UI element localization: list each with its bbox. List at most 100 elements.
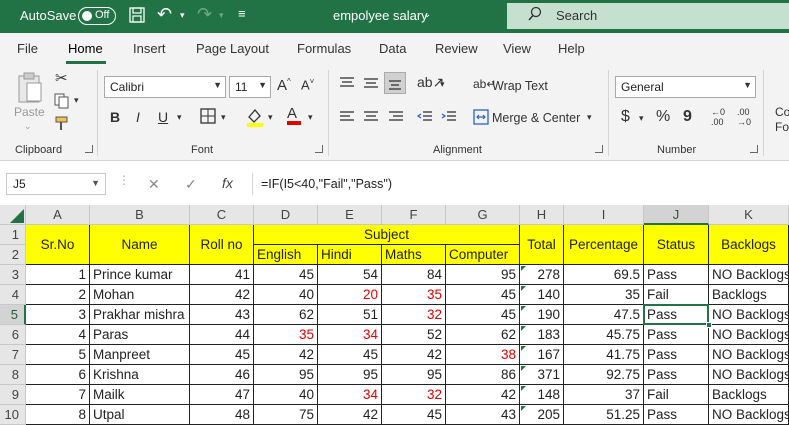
paste-label[interactable]: Paste <box>14 105 45 119</box>
undo-dropdown-icon[interactable]: ▾ <box>180 10 185 21</box>
name-box[interactable]: J5 ▼ <box>6 173 106 195</box>
cell-b9[interactable]: Mailk <box>90 385 190 405</box>
underline-button[interactable]: U <box>158 109 168 125</box>
column-header-j[interactable]: J <box>644 205 709 225</box>
tab-home[interactable]: Home <box>68 41 103 56</box>
italic-button[interactable]: I <box>136 109 140 125</box>
column-header-a[interactable]: A <box>26 205 90 225</box>
row-header-7[interactable]: 7 <box>0 345 26 365</box>
header-backlogs[interactable]: Backlogs <box>709 225 789 265</box>
cell-f7[interactable]: 42 <box>382 345 446 365</box>
cell-i5[interactable]: 47.5 <box>564 305 644 325</box>
cell-h7[interactable]: 167 <box>520 345 564 365</box>
tab-insert[interactable]: Insert <box>133 41 166 56</box>
decrease-indent-icon[interactable] <box>416 110 433 127</box>
cell-c7[interactable]: 45 <box>190 345 254 365</box>
cell-a3[interactable]: 1 <box>26 265 90 285</box>
cell-h6[interactable]: 183 <box>520 325 564 345</box>
cell-j10[interactable]: Pass <box>644 405 709 425</box>
cell-d7[interactable]: 42 <box>254 345 318 365</box>
paste-dropdown-icon[interactable]: ⌄ <box>24 121 32 132</box>
cell-e5[interactable]: 51 <box>318 305 382 325</box>
customize-toolbar-icon[interactable]: ≡ <box>238 6 246 21</box>
header-maths[interactable]: Maths <box>382 245 446 265</box>
percent-icon[interactable]: % <box>656 108 670 126</box>
header-computer[interactable]: Computer <box>446 245 520 265</box>
cell-e3[interactable]: 54 <box>318 265 382 285</box>
fill-color-dropdown-icon[interactable]: ▾ <box>268 112 273 123</box>
cell-e7[interactable]: 45 <box>318 345 382 365</box>
font-color-dropdown-icon[interactable]: ▾ <box>308 112 313 123</box>
search-box[interactable]: Search <box>507 3 789 29</box>
cell-d10[interactable]: 75 <box>254 405 318 425</box>
cell-d9[interactable]: 40 <box>254 385 318 405</box>
cell-e4[interactable]: 20 <box>318 285 382 305</box>
cell-g6[interactable]: 62 <box>446 325 520 345</box>
cell-i4[interactable]: 35 <box>564 285 644 305</box>
cell-j6[interactable]: Pass <box>644 325 709 345</box>
wrap-text-button[interactable]: Wrap Text <box>492 79 548 93</box>
number-format-select[interactable]: General ▼ <box>615 76 756 98</box>
column-header-k[interactable]: K <box>709 205 789 225</box>
redo-dropdown-icon[interactable]: ▾ <box>219 10 224 21</box>
redo-icon[interactable]: ↷ <box>197 4 212 25</box>
decrease-decimal-icon[interactable]: .00 →0 <box>737 107 751 127</box>
cell-e6[interactable]: 34 <box>318 325 382 345</box>
comma-style-icon[interactable]: 9 <box>683 108 692 126</box>
merge-center-button[interactable]: Merge & Center <box>492 111 580 125</box>
header-rollno[interactable]: Roll no <box>190 225 254 265</box>
header-hindi[interactable]: Hindi <box>318 245 382 265</box>
cell-a4[interactable]: 2 <box>26 285 90 305</box>
column-header-b[interactable]: B <box>90 205 190 225</box>
cell-f8[interactable]: 95 <box>382 365 446 385</box>
row-header-4[interactable]: 4 <box>0 285 26 305</box>
tab-view[interactable]: View <box>503 41 531 56</box>
cell-b5[interactable]: Prakhar mishra <box>90 305 190 325</box>
cell-e9[interactable]: 34 <box>318 385 382 405</box>
bottom-align-icon[interactable] <box>384 72 406 94</box>
clipboard-launcher-icon[interactable] <box>85 145 93 153</box>
cell-g8[interactable]: 86 <box>446 365 520 385</box>
cell-h10[interactable]: 205 <box>520 405 564 425</box>
row-header-6[interactable]: 6 <box>0 325 26 345</box>
cell-i9[interactable]: 37 <box>564 385 644 405</box>
cell-i7[interactable]: 41.75 <box>564 345 644 365</box>
cell-a8[interactable]: 6 <box>26 365 90 385</box>
header-name[interactable]: Name <box>90 225 190 265</box>
font-color-icon[interactable]: A <box>287 105 301 125</box>
copy-dropdown-icon[interactable]: ▾ <box>74 95 79 106</box>
column-header-e[interactable]: E <box>318 205 382 225</box>
orientation-dropdown-icon[interactable]: ▾ <box>440 79 445 90</box>
cell-c5[interactable]: 43 <box>190 305 254 325</box>
borders-dropdown-icon[interactable]: ▾ <box>221 112 226 123</box>
autosave-toggle[interactable]: Off <box>78 7 116 25</box>
undo-icon[interactable]: ↶ <box>157 4 172 25</box>
currency-icon[interactable]: $ <box>621 108 630 126</box>
font-size-select[interactable]: 11 ▼ <box>229 76 271 98</box>
row-header-3[interactable]: 3 <box>0 265 26 285</box>
cell-k6[interactable]: NO Backlogs <box>709 325 789 345</box>
fill-handle[interactable] <box>706 322 712 328</box>
header-srno[interactable]: Sr.No <box>26 225 90 265</box>
column-header-f[interactable]: F <box>382 205 446 225</box>
cell-k3[interactable]: NO Backlogs <box>709 265 789 285</box>
column-header-h[interactable]: H <box>520 205 564 225</box>
column-header-d[interactable]: D <box>254 205 318 225</box>
cell-f9[interactable]: 32 <box>382 385 446 405</box>
formula-input[interactable]: =IF(I5<40,"Fail","Pass") <box>252 173 789 195</box>
cell-c8[interactable]: 46 <box>190 365 254 385</box>
cell-b10[interactable]: Utpal <box>90 405 190 425</box>
cell-g5[interactable]: 45 <box>446 305 520 325</box>
cell-c9[interactable]: 47 <box>190 385 254 405</box>
cell-c10[interactable]: 48 <box>190 405 254 425</box>
cell-k5[interactable]: NO Backlogs <box>709 305 789 325</box>
cell-d3[interactable]: 45 <box>254 265 318 285</box>
cell-b4[interactable]: Mohan <box>90 285 190 305</box>
cell-d6[interactable]: 35 <box>254 325 318 345</box>
header-english[interactable]: English <box>254 245 318 265</box>
cell-a6[interactable]: 4 <box>26 325 90 345</box>
cancel-icon[interactable]: ✕ <box>148 176 160 193</box>
cell-d8[interactable]: 95 <box>254 365 318 385</box>
conditional-formatting-button[interactable]: Co For <box>775 105 789 135</box>
align-center-icon[interactable] <box>363 110 379 127</box>
